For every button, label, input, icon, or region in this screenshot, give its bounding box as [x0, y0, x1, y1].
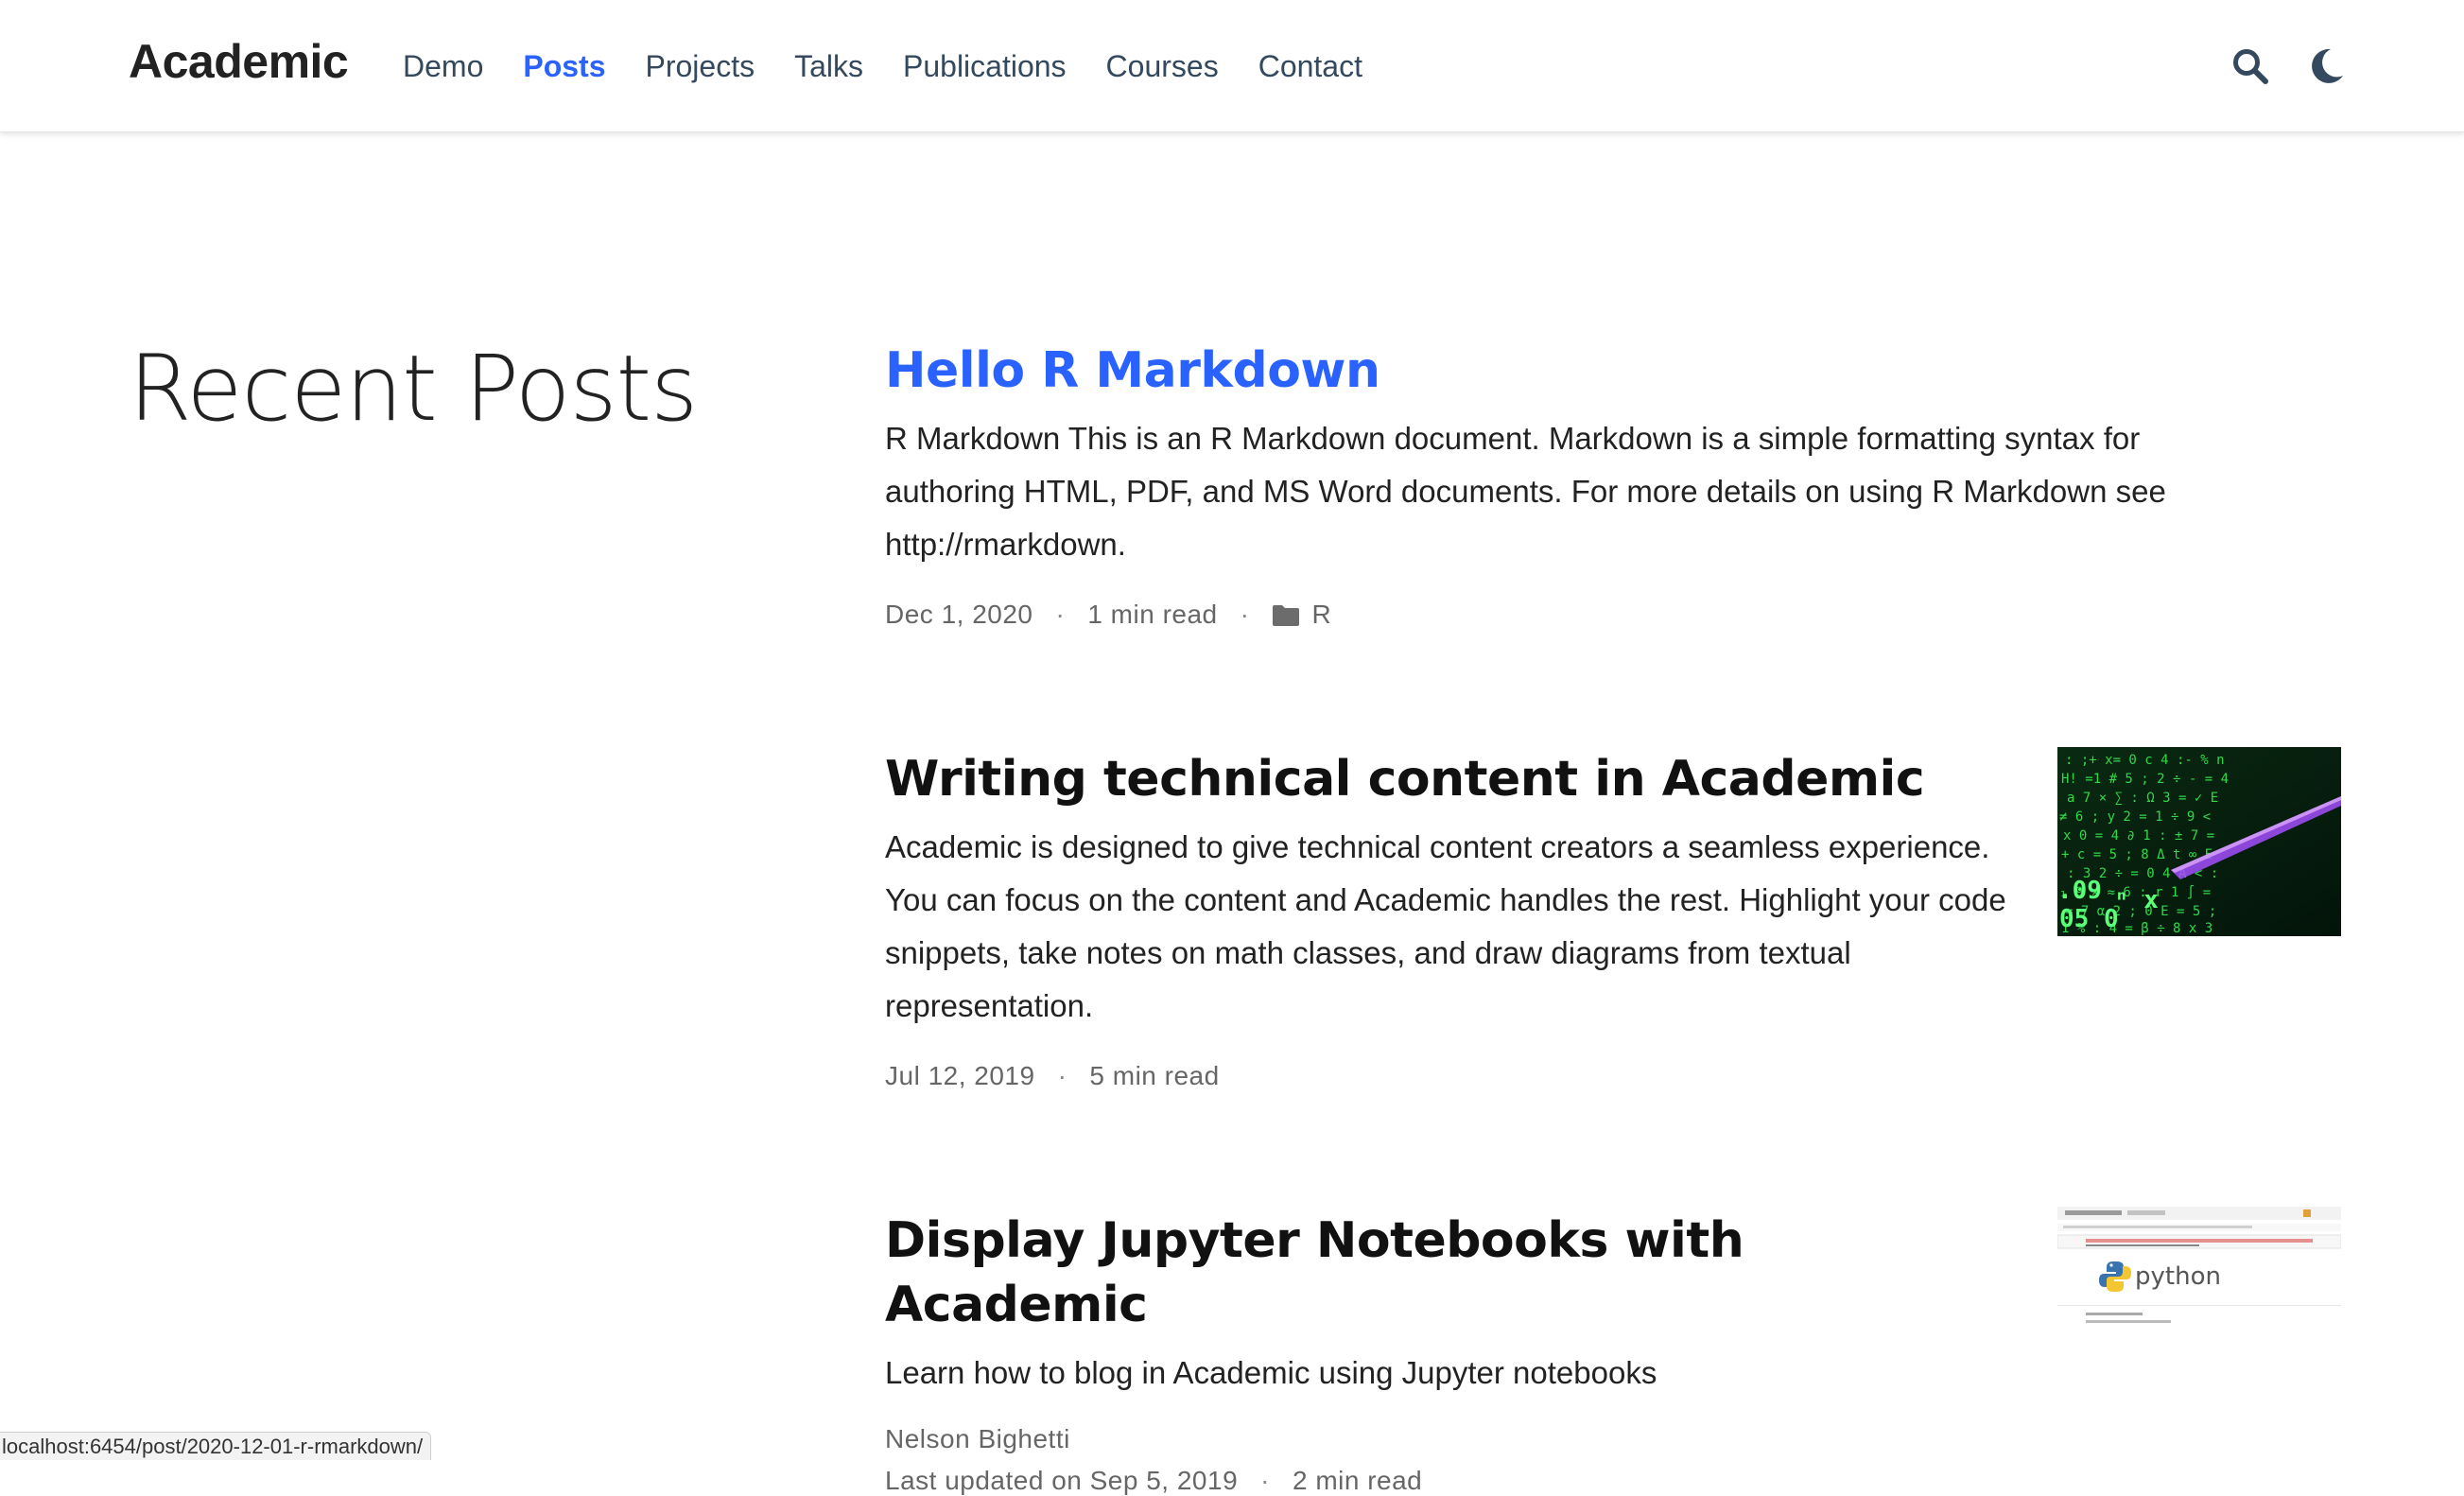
- post-title-link[interactable]: Display Jupyter Notebooks with Academic: [885, 1209, 2020, 1337]
- post-summary[interactable]: Academic is designed to give technical c…: [885, 821, 2020, 1033]
- post-summary[interactable]: R Markdown This is an R Markdown documen…: [885, 412, 2190, 571]
- nav-link-posts[interactable]: Posts: [523, 45, 605, 87]
- svg-text:a 7 × ∑ : Ω 3 = ✓ E: a 7 × ∑ : Ω 3 = ✓ E: [2067, 791, 2218, 806]
- svg-text:x 0 = 4 ∂ 1 : ± 7 =: x 0 = 4 ∂ 1 : ± 7 =: [2063, 828, 2214, 844]
- browser-status-url: localhost:6454/post/2020-12-01-r-rmarkdo…: [0, 1432, 432, 1460]
- svg-text:≠ 6 ; y 2 = 1 ÷ 9 <: ≠ 6 ; y 2 = 1 ÷ 9 <: [2059, 809, 2211, 825]
- post-meta: Last updated on Sep 5, 2019 · 2 min read: [885, 1466, 2020, 1496]
- svg-text:05 0: 05 0: [2059, 905, 2119, 933]
- nav-link-publications[interactable]: Publications: [903, 45, 1067, 87]
- search-icon[interactable]: [2230, 45, 2271, 87]
- post-read-time: 1 min read: [1087, 600, 1218, 629]
- post-title-link[interactable]: Hello R Markdown: [885, 339, 2190, 403]
- post-item: Hello R Markdown R Markdown This is an R…: [885, 339, 2190, 630]
- post-read-time: 2 min read: [1292, 1466, 1423, 1495]
- svg-text:+ c = 5 ; 8 Δ t ∞ E: + c = 5 ; 8 Δ t ∞ E: [2061, 847, 2212, 862]
- nav-link-projects[interactable]: Projects: [646, 45, 755, 87]
- main-nav: Demo Posts Projects Talks Publications C…: [403, 45, 1402, 87]
- svg-text:ⁿ x: ⁿ x: [2114, 886, 2159, 914]
- post-item: Writing technical content in Academic Ac…: [885, 747, 2020, 1091]
- nav-link-talks[interactable]: Talks: [794, 45, 863, 87]
- post-meta: Jul 12, 2019 · 5 min read: [885, 1061, 2020, 1091]
- post-read-time: 5 min read: [1089, 1061, 1220, 1090]
- post-meta: Dec 1, 2020 · 1 min read · R: [885, 600, 2190, 630]
- post-author-name[interactable]: Nelson Bighetti: [885, 1424, 1070, 1454]
- meta-separator: ·: [1240, 600, 1250, 629]
- svg-text:.09: .09: [2057, 877, 2102, 905]
- svg-text:H! =1 # 5 ; 2 ÷ - = 4: H! =1 # 5 ; 2 ÷ - = 4: [2061, 772, 2229, 787]
- post-date: Dec 1, 2020: [885, 600, 1033, 629]
- svg-text:: ;+ x= 0 c 4 :- % n: : ;+ x= 0 c 4 :- % n: [2065, 753, 2225, 768]
- post-category-link[interactable]: R: [1311, 600, 1331, 630]
- nav-link-demo[interactable]: Demo: [403, 45, 483, 87]
- nav-link-contact[interactable]: Contact: [1258, 45, 1362, 87]
- post-item: Display Jupyter Notebooks with Academic …: [885, 1209, 2020, 1496]
- meta-separator: ·: [1260, 1466, 1270, 1495]
- top-navbar: Academic Demo Posts Projects Talks Publi…: [0, 0, 2464, 132]
- post-date: Jul 12, 2019: [885, 1061, 1035, 1090]
- post-updated: Last updated on Sep 5, 2019: [885, 1466, 1239, 1495]
- post-summary[interactable]: Learn how to blog in Academic using Jupy…: [885, 1347, 2020, 1400]
- meta-separator: ·: [1057, 1061, 1067, 1090]
- folder-icon: [1272, 603, 1300, 626]
- moon-icon[interactable]: [2305, 45, 2347, 87]
- site-brand-link[interactable]: Academic: [129, 34, 349, 89]
- post-author: Nelson Bighetti: [885, 1424, 2020, 1454]
- post-thumbnail-matrix[interactable]: : ;+ x= 0 c 4 :- % n H! =1 # 5 ; 2 ÷ - =…: [2057, 747, 2341, 936]
- post-title-link[interactable]: Writing technical content in Academic: [885, 747, 2020, 811]
- page-title: Recent Posts: [129, 336, 698, 442]
- svg-text:python: python: [2135, 1262, 2221, 1291]
- post-thumbnail-jupyter[interactable]: python: [2057, 1207, 2341, 1330]
- nav-link-courses[interactable]: Courses: [1106, 45, 1219, 87]
- meta-separator: ·: [1055, 600, 1066, 629]
